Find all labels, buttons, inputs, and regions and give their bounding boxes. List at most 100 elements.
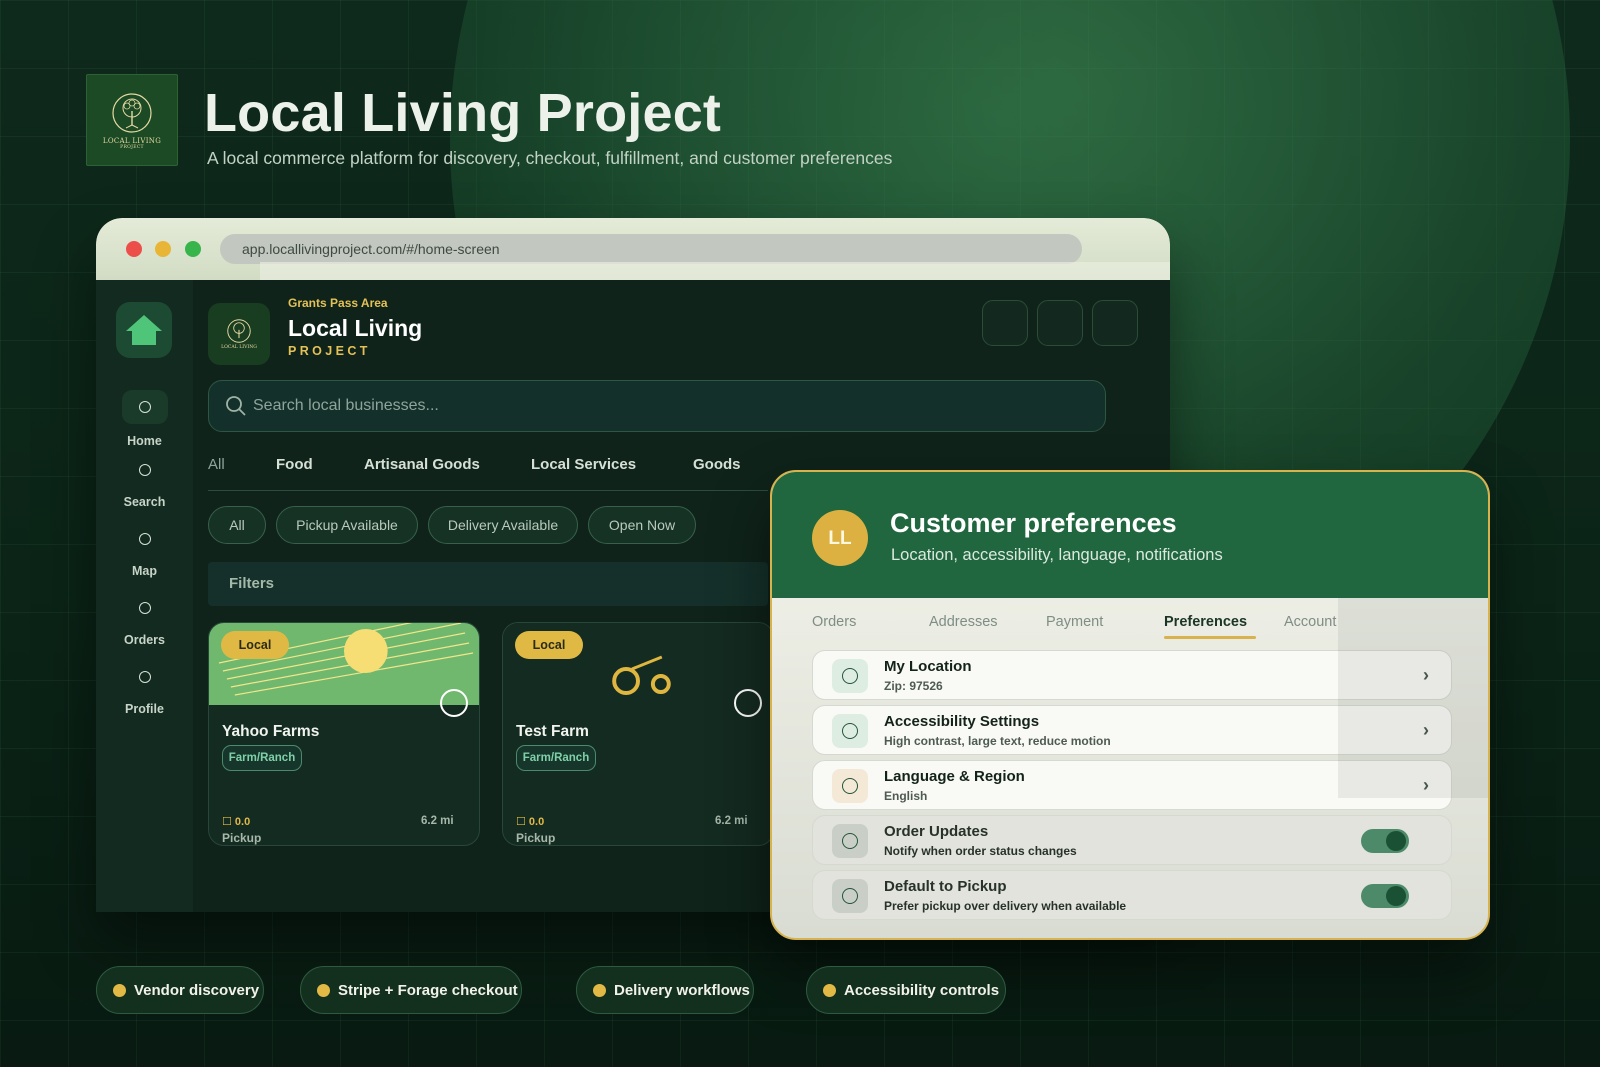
tab-account[interactable]: Account bbox=[1284, 614, 1336, 630]
sidebar-item-profile[interactable]: Profile bbox=[96, 671, 193, 716]
preferences-subtitle: Location, accessibility, language, notif… bbox=[891, 546, 1223, 564]
tab-payment[interactable]: Payment bbox=[1046, 614, 1103, 630]
minimize-window-dot[interactable] bbox=[155, 241, 171, 257]
preference-row-order-updates: Order Updates Notify when order status c… bbox=[812, 815, 1452, 865]
feature-pill-vendor-discovery: Vendor discovery bbox=[96, 966, 264, 1014]
category-tab-artisanal-goods[interactable]: Artisanal Goods bbox=[364, 456, 480, 473]
feature-pill-delivery: Delivery workflows bbox=[576, 966, 754, 1014]
home-logo-button[interactable] bbox=[116, 302, 172, 358]
preferences-header: LL Customer preferences Location, access… bbox=[772, 472, 1488, 598]
sidebar-item-label: Home bbox=[127, 434, 162, 448]
sidebar: Home Search Map Orders Profile bbox=[96, 280, 193, 912]
filter-pill-open-now[interactable]: Open Now bbox=[588, 506, 696, 544]
order-updates-toggle[interactable] bbox=[1361, 829, 1409, 853]
brand-name: Local Living bbox=[288, 315, 423, 341]
sidebar-item-label: Map bbox=[132, 564, 157, 578]
category-tab-goods[interactable]: Goods bbox=[693, 456, 741, 473]
feature-pill-checkout: Stripe + Forage checkout bbox=[300, 966, 522, 1014]
row-title: Order Updates bbox=[884, 823, 989, 840]
pickup-icon bbox=[832, 879, 868, 913]
feature-label: Stripe + Forage checkout bbox=[338, 982, 518, 999]
feature-pill-accessibility: Accessibility controls bbox=[806, 966, 1006, 1014]
orders-icon bbox=[138, 602, 151, 614]
hero-logo-subtext: PROJECT bbox=[120, 144, 144, 150]
house-icon bbox=[126, 315, 162, 345]
row-subtitle: English bbox=[884, 789, 928, 803]
vendor-fulfillment: Pickup bbox=[516, 831, 556, 845]
row-subtitle: Prefer pickup over delivery when availab… bbox=[884, 899, 1127, 913]
maximize-window-dot[interactable] bbox=[185, 241, 201, 257]
header-button-1[interactable] bbox=[982, 300, 1028, 346]
notification-icon bbox=[832, 824, 868, 858]
feature-label: Vendor discovery bbox=[134, 982, 260, 999]
profile-icon bbox=[138, 671, 151, 683]
vendor-rating: ☐ 0.0 bbox=[516, 816, 545, 828]
search-input[interactable]: Search local businesses... bbox=[208, 380, 1106, 432]
vendor-type-tag: Farm/Ranch bbox=[516, 745, 596, 771]
vendor-distance: 6.2 mi bbox=[715, 815, 748, 827]
filter-pill-all[interactable]: All bbox=[208, 506, 266, 544]
tab-orders[interactable]: Orders bbox=[812, 614, 856, 630]
row-title: My Location bbox=[884, 658, 972, 675]
map-icon bbox=[138, 533, 151, 545]
sidebar-item-home[interactable]: Home bbox=[96, 390, 193, 448]
sidebar-item-search[interactable]: Search bbox=[96, 464, 193, 509]
filter-pill-pickup[interactable]: Pickup Available bbox=[276, 506, 418, 544]
preference-row-default-pickup: Default to Pickup Prefer pickup over del… bbox=[812, 870, 1452, 920]
vendor-type-tag: Farm/Ranch bbox=[222, 745, 302, 771]
row-subtitle: High contrast, large text, reduce motion bbox=[884, 734, 1111, 748]
favorite-ring-icon[interactable] bbox=[440, 689, 468, 717]
row-title: Accessibility Settings bbox=[884, 713, 1040, 730]
brand-subname: PROJECT bbox=[288, 344, 371, 358]
panel-shade bbox=[1338, 598, 1488, 798]
tab-addresses[interactable]: Addresses bbox=[929, 614, 998, 630]
bullet-dot-icon bbox=[823, 984, 836, 997]
feature-label: Delivery workflows bbox=[614, 982, 750, 999]
local-badge: Local bbox=[515, 631, 583, 659]
home-icon bbox=[138, 401, 151, 413]
vendor-name: Yahoo Farms bbox=[222, 723, 320, 740]
hero-title: Local Living Project bbox=[204, 83, 722, 143]
hero-subtitle: A local commerce platform for discovery,… bbox=[207, 148, 893, 168]
vendor-name: Test Farm bbox=[516, 723, 589, 740]
favorite-ring-icon[interactable] bbox=[734, 689, 762, 717]
sidebar-item-map[interactable]: Map bbox=[96, 533, 193, 578]
bullet-dot-icon bbox=[317, 984, 330, 997]
category-tab-all[interactable]: All bbox=[208, 456, 225, 473]
preferences-title: Customer preferences bbox=[890, 508, 1177, 538]
header-button-2[interactable] bbox=[1037, 300, 1083, 346]
row-subtitle: Zip: 97526 bbox=[884, 679, 943, 693]
app-logo-text: LOCAL LIVING bbox=[221, 345, 257, 350]
sidebar-item-orders[interactable]: Orders bbox=[96, 602, 193, 647]
chrome-overlay bbox=[260, 262, 1170, 280]
vendor-distance: 6.2 mi bbox=[421, 815, 454, 827]
hero-logo-text: LOCAL LIVING bbox=[102, 136, 162, 145]
tree-logo-icon bbox=[227, 319, 251, 343]
category-divider bbox=[208, 490, 768, 491]
row-subtitle: Notify when order status changes bbox=[884, 844, 1077, 858]
bullet-dot-icon bbox=[593, 984, 606, 997]
language-icon bbox=[832, 769, 868, 803]
header-button-3[interactable] bbox=[1092, 300, 1138, 346]
close-window-dot[interactable] bbox=[126, 241, 142, 257]
sidebar-item-label: Search bbox=[123, 495, 166, 509]
address-bar[interactable]: app.locallivingproject.com/#/home-screen bbox=[220, 234, 1082, 264]
feature-label: Accessibility controls bbox=[844, 982, 1000, 999]
vendor-card[interactable]: Local Yahoo Farms Farm/Ranch ☐ 0.0 6.2 m… bbox=[208, 622, 480, 846]
default-pickup-toggle[interactable] bbox=[1361, 884, 1409, 908]
tab-preferences[interactable]: Preferences bbox=[1164, 614, 1247, 630]
avatar[interactable]: LL bbox=[812, 510, 868, 566]
search-icon bbox=[226, 396, 246, 416]
customer-preferences-panel: LL Customer preferences Location, access… bbox=[770, 470, 1490, 940]
category-tab-food[interactable]: Food bbox=[276, 456, 313, 473]
sidebar-item-label: Orders bbox=[124, 633, 165, 647]
row-title: Default to Pickup bbox=[884, 878, 1007, 895]
search-nav-icon bbox=[138, 464, 151, 476]
search-placeholder: Search local businesses... bbox=[253, 397, 439, 414]
filter-pill-delivery[interactable]: Delivery Available bbox=[428, 506, 578, 544]
accessibility-icon bbox=[832, 714, 868, 748]
vendor-card[interactable]: Local Test Farm Farm/Ranch ☐ 0.0 6.2 mi … bbox=[502, 622, 774, 846]
location-icon bbox=[832, 659, 868, 693]
filters-bar[interactable]: Filters bbox=[208, 562, 768, 606]
category-tab-local-services[interactable]: Local Services bbox=[531, 456, 636, 473]
